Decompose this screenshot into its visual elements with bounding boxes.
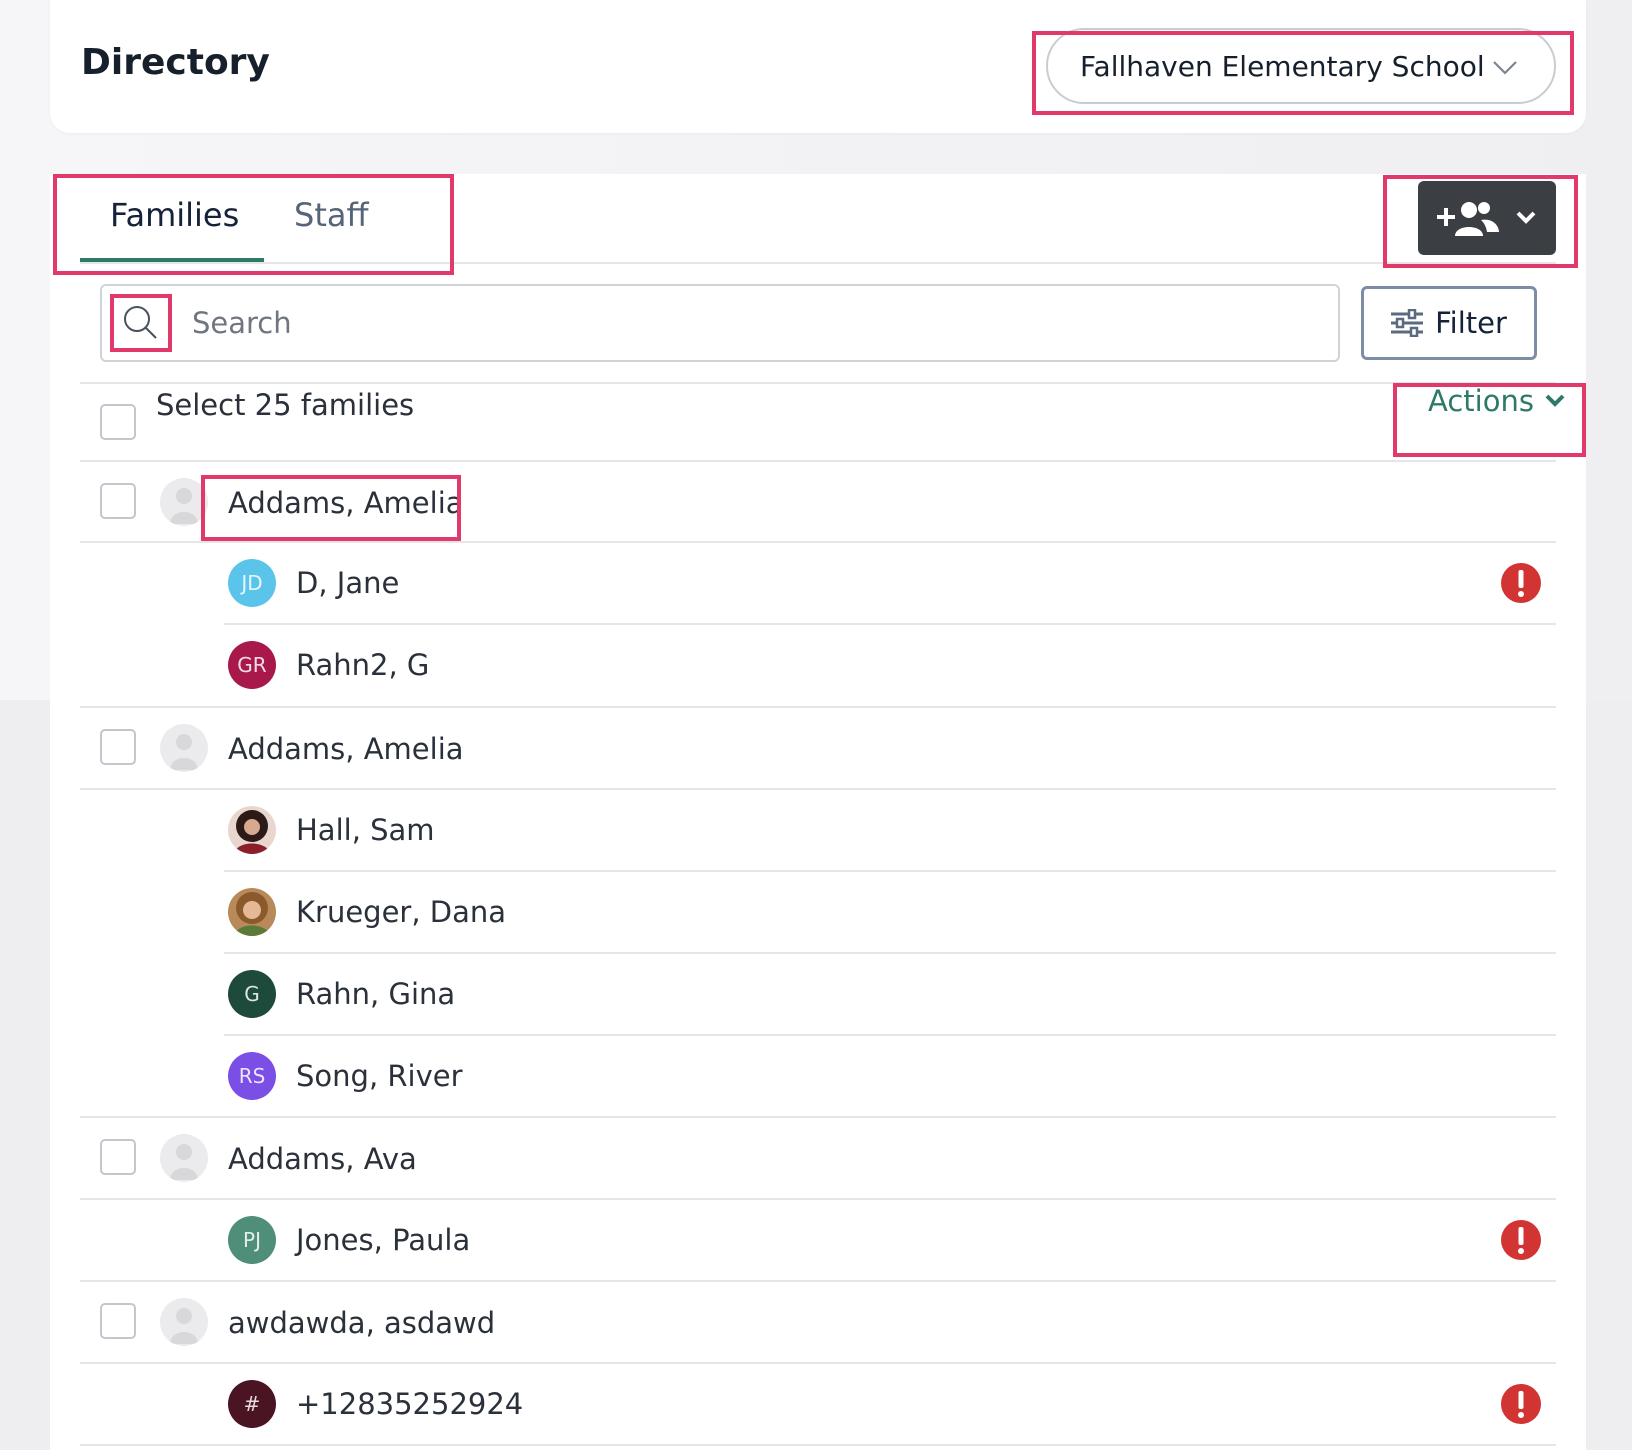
divider [80, 382, 1556, 384]
alert-icon[interactable] [1500, 1219, 1542, 1261]
divider [80, 788, 1556, 790]
avatar-initials: G [244, 982, 260, 1006]
actions-label: Actions [1428, 384, 1534, 418]
avatar [160, 1134, 208, 1182]
directory-panel: Families Staff Filter [50, 174, 1586, 1450]
family-checkbox[interactable] [100, 1139, 136, 1175]
divider [224, 952, 1556, 954]
family-checkbox[interactable] [100, 1303, 136, 1339]
person-placeholder-icon [170, 734, 198, 770]
search-field [100, 284, 1340, 362]
family-name[interactable]: Addams, Amelia [228, 486, 464, 520]
divider [224, 870, 1556, 872]
tabs-divider [80, 262, 1556, 264]
member-name[interactable]: Jones, Paula [296, 1223, 470, 1257]
divider [80, 1444, 1556, 1446]
filter-button[interactable]: Filter [1361, 286, 1537, 360]
avatar: JD [228, 559, 276, 607]
search-input[interactable] [192, 306, 1292, 340]
alert-icon[interactable] [1500, 562, 1542, 604]
avatar: G [228, 970, 276, 1018]
avatar: RS [228, 1052, 276, 1100]
search-icon [124, 306, 157, 339]
avatar [160, 478, 208, 526]
school-select[interactable]: Fallhaven Elementary School [1046, 28, 1556, 104]
avatar-initials: PJ [243, 1228, 261, 1252]
avatar: PJ [228, 1216, 276, 1264]
filter-label: Filter [1435, 306, 1507, 340]
member-name[interactable]: Rahn2, G [296, 648, 429, 682]
avatar [160, 1298, 208, 1346]
member-name[interactable]: Song, River [296, 1059, 463, 1093]
divider [80, 706, 1556, 708]
divider [224, 623, 1556, 625]
person-photo-icon [234, 892, 270, 936]
divider [80, 541, 1556, 543]
divider [80, 1362, 1556, 1364]
avatar-initials: # [243, 1392, 261, 1416]
family-name[interactable]: Addams, Amelia [228, 732, 464, 766]
chevron-down-icon [1545, 394, 1565, 407]
person-placeholder-icon [170, 1308, 198, 1344]
divider [80, 1280, 1556, 1282]
avatar-initials: RS [238, 1064, 266, 1088]
avatar-photo [228, 806, 276, 854]
chevron-down-icon [1516, 211, 1536, 224]
avatar: GR [228, 641, 276, 689]
avatar-initials: JD [241, 571, 263, 595]
add-user-group-icon [1437, 202, 1499, 236]
active-tab-indicator [80, 258, 264, 262]
person-placeholder-icon [170, 1144, 198, 1180]
person-photo-icon [234, 810, 270, 854]
add-family-button[interactable] [1418, 181, 1556, 255]
family-checkbox[interactable] [100, 483, 136, 519]
family-name[interactable]: awdawda, asdawd [228, 1306, 495, 1340]
avatar [160, 724, 208, 772]
select-all-label: Select 25 families [156, 388, 415, 422]
member-name[interactable]: Hall, Sam [296, 813, 435, 847]
divider [80, 460, 1556, 462]
select-all-checkbox[interactable] [100, 404, 136, 440]
school-select-value: Fallhaven Elementary School [1080, 49, 1485, 83]
avatar-initials: GR [237, 653, 267, 677]
chevron-down-icon [1493, 61, 1517, 75]
page-title: Directory [81, 42, 270, 83]
divider [80, 1198, 1556, 1200]
divider [224, 1034, 1556, 1036]
family-checkbox[interactable] [100, 729, 136, 765]
sliders-icon [1391, 309, 1424, 337]
avatar-photo [228, 888, 276, 936]
divider [80, 1116, 1556, 1118]
member-name[interactable]: Krueger, Dana [296, 895, 506, 929]
tab-staff[interactable]: Staff [294, 196, 369, 234]
actions-dropdown[interactable]: Actions [1428, 384, 1566, 418]
alert-icon[interactable] [1500, 1383, 1542, 1425]
family-name[interactable]: Addams, Ava [228, 1142, 417, 1176]
member-name[interactable]: D, Jane [296, 566, 399, 600]
header-card: Directory Fallhaven Elementary School [50, 0, 1586, 133]
person-placeholder-icon [170, 488, 198, 524]
member-name[interactable]: Rahn, Gina [296, 977, 455, 1011]
avatar: # [228, 1380, 276, 1428]
member-name[interactable]: +12835252924 [296, 1387, 523, 1421]
tab-families[interactable]: Families [110, 196, 239, 234]
